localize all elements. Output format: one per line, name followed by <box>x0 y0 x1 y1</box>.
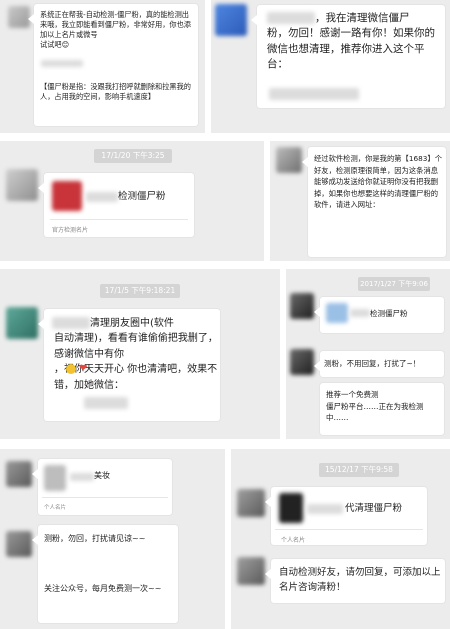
card-avatar <box>44 465 66 491</box>
card-footer: 个人名片 <box>281 537 306 544</box>
redacted-name <box>86 192 118 202</box>
message-text: 自动清理)，看看有谁偷偷把我删了，感谢微信中有你 ，祝你天天开心 你也清清吧，效… <box>54 333 218 391</box>
redacted-account <box>41 60 83 67</box>
card-footer: 个人名片 <box>44 505 67 511</box>
chat-panel-3: 17/1/20 下午3:25 检测僵尸粉 官方检测名片 <box>0 141 264 261</box>
timestamp: 17/1/5 下午9:18:21 <box>100 284 180 298</box>
redacted-platform <box>269 88 359 100</box>
chat-panel-1: 系统正在帮我-自动检测-僵尸粉，真的能检测出来哦，我立即能看到僵尸粉，非常好用，… <box>0 0 205 133</box>
chat-panel-6: 2017/1/27 下午9:06 检测僵尸粉 测粉，不用回复，打扰了~！ 推荐一… <box>286 269 450 439</box>
heart-icon: ❤ <box>79 363 88 374</box>
redacted-name <box>307 504 343 514</box>
card-title: 美妆 <box>94 471 110 480</box>
message-text: 测粉，不用回复，打扰了~！ <box>324 359 421 368</box>
avatar[interactable] <box>8 6 30 28</box>
card-avatar <box>279 493 303 523</box>
chat-panel-8: 15/12/17 下午9:58 代清理僵尸粉 个人名片 自动检测好友，请勿回复，… <box>231 449 450 629</box>
timestamp: 2017/1/27 下午9:06 <box>358 277 430 291</box>
avatar[interactable] <box>6 169 38 201</box>
redacted-name <box>350 309 370 317</box>
collage: 系统正在帮我-自动检测-僵尸粉，真的能检测出来哦，我立即能看到僵尸粉，非常好用，… <box>0 0 450 629</box>
chat-panel-5: 17/1/5 下午9:18:21 清理朋友圈中(软件 自动清理)，看看有谁偷偷把… <box>0 269 280 439</box>
avatar[interactable] <box>237 557 265 585</box>
message-text: 测粉，勿回，打扰请见谅~~ <box>44 534 146 543</box>
message-text: 粉，勿回！感谢一路有你！如果你的微信也想清理，推荐你进入这个平台： <box>267 27 435 70</box>
avatar[interactable] <box>6 461 32 487</box>
card-title: 检测僵尸粉 <box>370 309 408 318</box>
chat-panel-4: 经过软件检测，你是我的第【1683】个好友，检测原理很简单，因为这条消息能够成功… <box>270 141 450 261</box>
avatar[interactable] <box>6 307 38 339</box>
avatar[interactable] <box>290 349 314 375</box>
message-text: 自动检测好友，请勿回复，可添加以上名片咨询清粉！ <box>279 567 441 593</box>
redacted-name <box>52 317 90 329</box>
redacted-name <box>70 473 94 481</box>
card-title: 代清理僵尸粉 <box>345 503 403 514</box>
avatar[interactable] <box>276 147 302 173</box>
avatar[interactable] <box>237 489 265 517</box>
redacted-account <box>84 397 128 409</box>
message-text: 系统正在帮我-自动检测-僵尸粉，真的能检测出来哦，我立即能看到僵尸粉，非常好用，… <box>40 10 191 49</box>
message-text: ，我在清理微信僵尸 <box>315 12 410 24</box>
card-footer: 官方检测名片 <box>52 227 89 234</box>
chat-panel-7: 美妆 个人名片 测粉，勿回，打扰请见谅~~ 关注公众号，每月免费测一次~~ <box>0 449 225 629</box>
avatar[interactable] <box>290 293 314 319</box>
avatar[interactable] <box>6 531 32 557</box>
message-text: 【僵尸粉是指：没跟我打招呼就删除和拉黑我的人，占用我的空间，影响手机速度】 <box>40 82 191 101</box>
timestamp: 17/1/20 下午3:25 <box>94 149 172 163</box>
message-text: 推荐一个免费测 僵尸粉平台……正在为我检测中…… <box>326 390 424 422</box>
avatar[interactable] <box>215 4 247 36</box>
card-avatar <box>326 303 348 323</box>
card-avatar <box>52 181 82 211</box>
timestamp: 15/12/17 下午9:58 <box>319 463 399 477</box>
message-text: 经过软件检测，你是我的第【1683】个好友，检测原理很简单，因为这条消息能够成功… <box>314 154 443 209</box>
redacted-name <box>267 12 315 24</box>
card-title: 检测僵尸粉 <box>118 191 166 202</box>
chat-panel-2: ，我在清理微信僵尸 粉，勿回！感谢一路有你！如果你的微信也想清理，推荐你进入这个… <box>211 0 450 133</box>
message-text: 清理朋友圈中(软件 <box>90 318 174 329</box>
emoji-icon <box>66 364 76 374</box>
message-text: 关注公众号，每月免费测一次~~ <box>44 584 162 593</box>
